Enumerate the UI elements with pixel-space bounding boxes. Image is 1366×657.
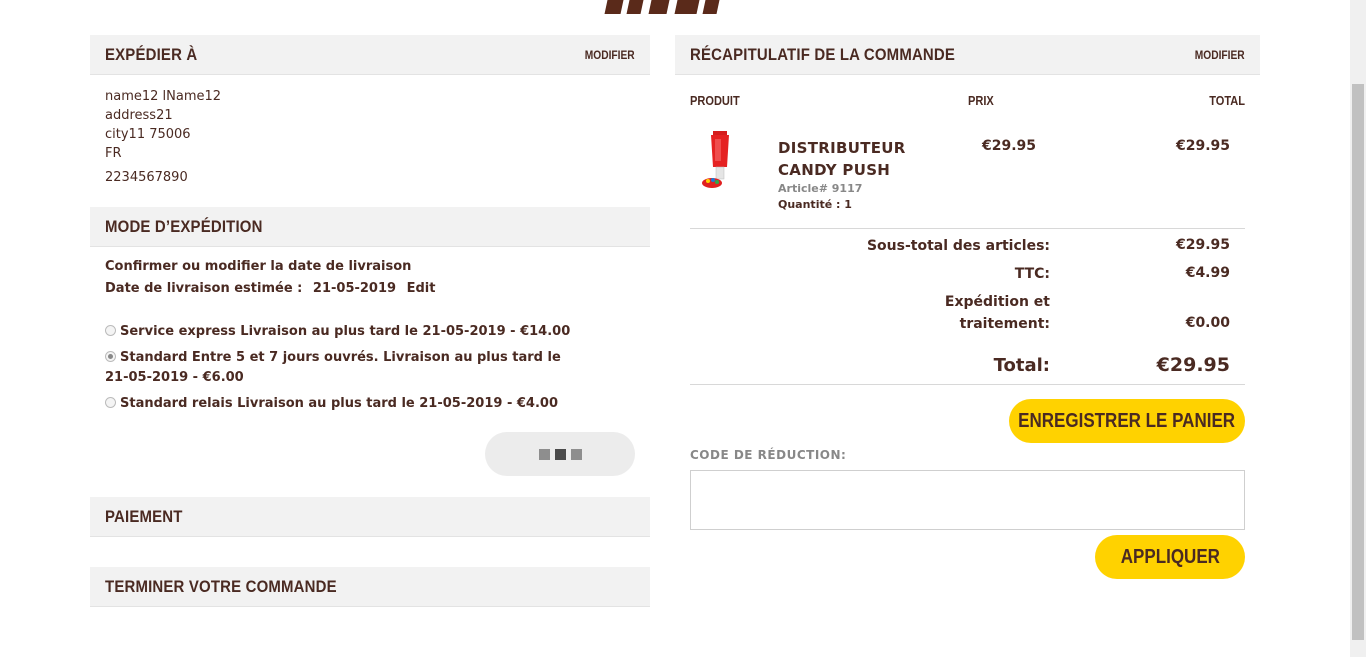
product-total: €29.95 xyxy=(1175,138,1230,154)
continue-button-loading[interactable] xyxy=(485,432,635,476)
address-city: city11 75006 xyxy=(105,127,191,142)
brand-logo-fragment xyxy=(600,0,730,18)
apply-code-button[interactable]: APPLIQUER xyxy=(1095,535,1245,579)
save-cart-label: ENREGISTRER LE PANIER xyxy=(1018,409,1236,432)
edit-date-link[interactable]: Edit xyxy=(407,281,436,296)
ship-to-title: EXPÉDIER À xyxy=(105,44,198,64)
address-line: address21 xyxy=(105,108,173,123)
shipping-address: name12 lName12 address21 city11 75006 FR… xyxy=(90,75,650,187)
estimated-date-value: 21-05-2019 xyxy=(312,281,397,296)
payment-section: PAIEMENT xyxy=(90,497,650,537)
order-summary-title: RÉCAPITULATIF DE LA COMMANDE xyxy=(690,44,956,64)
estimated-date-row: Date de livraison estimée : 21-05-2019 E… xyxy=(105,281,635,296)
shipping-method-body: Confirmer ou modifier la date de livrais… xyxy=(90,247,650,414)
radio-express[interactable] xyxy=(105,325,116,336)
shipping-options: Service express Livraison au plus tard l… xyxy=(105,322,635,414)
total-label: Total: xyxy=(993,355,1050,376)
summary-table-header: PRODUIT PRIX TOTAL xyxy=(675,75,1260,125)
product-price: €29.95 xyxy=(982,138,1037,154)
discount-code-input[interactable] xyxy=(690,470,1245,530)
subtotal-value: €29.95 xyxy=(1175,237,1230,253)
loading-dot xyxy=(538,448,550,460)
shipping-option-label: Service express Livraison au plus tard l… xyxy=(120,324,571,339)
shipping-option-label: Standard relais Livraison au plus tard l… xyxy=(120,396,558,411)
order-totals: Sous-total des articles: €29.95 TTC: €4.… xyxy=(690,229,1245,385)
loading-dot xyxy=(554,448,566,460)
finish-order-title: TERMINER VOTRE COMMANDE xyxy=(105,576,337,596)
scrollbar-thumb[interactable] xyxy=(1352,84,1364,640)
payment-header: PAIEMENT xyxy=(90,497,650,537)
subtotal-label: Sous-total des articles: xyxy=(866,238,1050,254)
finish-order-header: TERMINER VOTRE COMMANDE xyxy=(90,567,650,607)
save-cart-button[interactable]: ENREGISTRER LE PANIER xyxy=(1009,399,1245,443)
shipping-method-title: MODE D’EXPÉDITION xyxy=(105,216,263,236)
apply-code-label: APPLIQUER xyxy=(1120,545,1220,568)
address-country: FR xyxy=(105,146,122,161)
confirm-date-text: Confirmer ou modifier la date de livrais… xyxy=(105,259,412,274)
payment-title: PAIEMENT xyxy=(105,506,183,526)
tax-label: TTC: xyxy=(1014,266,1050,282)
checkout-left-column: EXPÉDIER À MODIFIER name12 lName12 addre… xyxy=(90,35,650,607)
col-price: PRIX xyxy=(968,92,994,108)
shipping-cost-value: €0.00 xyxy=(1185,315,1230,331)
order-summary-header: RÉCAPITULATIF DE LA COMMANDE MODIFIER xyxy=(675,35,1260,75)
cart-item-row: DISTRIBUTEUR CANDY PUSH Article# 9117 Qu… xyxy=(690,125,1245,229)
order-summary-modify-link[interactable]: MODIFIER xyxy=(1195,48,1245,62)
shipping-option-label: Standard Entre 5 et 7 jours ouvrés. Livr… xyxy=(105,350,561,385)
shipping-option-standard[interactable]: Standard Entre 5 et 7 jours ouvrés. Livr… xyxy=(105,348,585,388)
col-product: PRODUIT xyxy=(690,92,740,108)
finish-order-section: TERMINER VOTRE COMMANDE xyxy=(90,567,650,607)
product-quantity: Quantité : 1 xyxy=(778,198,852,211)
col-total: TOTAL xyxy=(1209,92,1245,108)
shipping-cost-label-1: Expédition et xyxy=(944,294,1050,310)
estimated-date-label: Date de livraison estimée : xyxy=(105,281,303,296)
total-value: €29.95 xyxy=(1156,354,1230,376)
shipping-option-express[interactable]: Service express Livraison au plus tard l… xyxy=(105,322,585,342)
discount-code-label: CODE DE RÉDUCTION: xyxy=(690,448,847,462)
shipping-method-header: MODE D’EXPÉDITION xyxy=(90,207,650,247)
product-sku: Article# 9117 xyxy=(778,182,863,195)
address-name: name12 lName12 xyxy=(105,89,222,104)
product-image[interactable] xyxy=(700,131,740,189)
tax-value: €4.99 xyxy=(1185,265,1230,281)
loading-dot xyxy=(570,448,582,460)
product-name[interactable]: DISTRIBUTEUR CANDY PUSH xyxy=(778,137,948,181)
shipping-option-relay[interactable]: Standard relais Livraison au plus tard l… xyxy=(105,394,585,414)
radio-relay[interactable] xyxy=(105,397,116,408)
ship-to-header: EXPÉDIER À MODIFIER xyxy=(90,35,650,75)
ship-to-modify-link[interactable]: MODIFIER xyxy=(585,48,635,62)
order-summary-column: RÉCAPITULATIF DE LA COMMANDE MODIFIER PR… xyxy=(675,35,1260,635)
address-phone: 2234567890 xyxy=(105,170,188,185)
page-scrollbar[interactable] xyxy=(1350,0,1366,657)
radio-standard[interactable] xyxy=(105,351,116,362)
shipping-cost-label-2: traitement: xyxy=(959,316,1050,332)
